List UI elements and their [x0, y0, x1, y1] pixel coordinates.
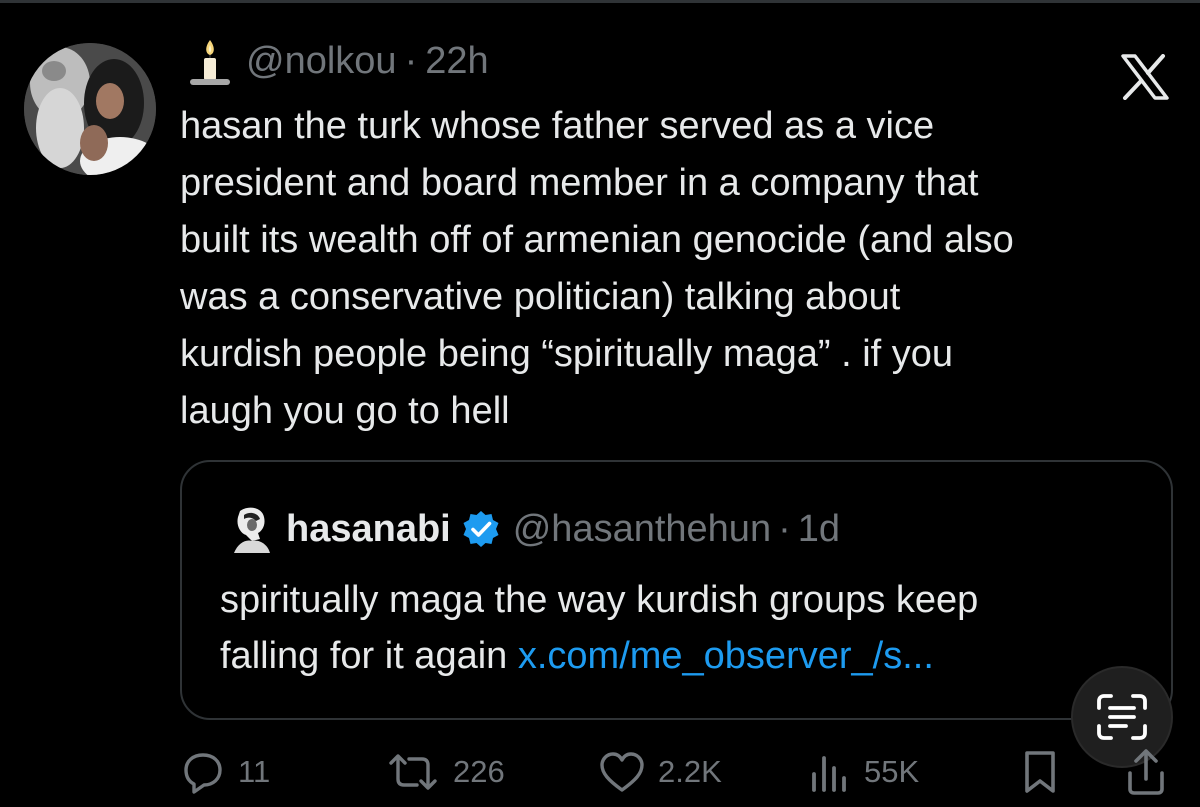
reply-count: 11 — [238, 754, 271, 789]
author-handle[interactable]: @nolkou — [246, 40, 397, 83]
verified-badge-icon — [463, 511, 499, 547]
quoted-tweet-header: hasanabi @hasanthehun · 1d — [230, 502, 840, 556]
reply-button[interactable]: 11 — [180, 745, 270, 799]
share-button[interactable] — [1124, 745, 1180, 799]
quoted-author-avatar[interactable] — [230, 505, 272, 553]
tweet-line: laugh you go to hell — [180, 390, 510, 432]
views-count: 55K — [864, 754, 920, 789]
quoted-tweet-card[interactable]: hasanabi @hasanthehun · 1d spiritually m… — [180, 460, 1173, 720]
repost-button[interactable]: 226 — [385, 745, 505, 799]
like-button[interactable]: 2.2K — [598, 745, 722, 799]
separator-dot: · — [778, 507, 791, 550]
repost-count: 226 — [453, 754, 505, 789]
tweet-line: built its wealth off of armenian genocid… — [180, 219, 1014, 261]
x-logo-icon[interactable] — [1120, 54, 1170, 100]
quoted-tweet-text: spiritually maga the way kurdish groups … — [220, 572, 1150, 684]
tweet-line: was a conservative politician) talking a… — [180, 276, 901, 318]
tweet-line: president and board member in a company … — [180, 162, 979, 204]
quoted-line: spiritually maga the way kurdish groups … — [220, 579, 979, 621]
views-icon — [812, 756, 846, 792]
quoted-handle[interactable]: @hasanthehun — [513, 508, 771, 551]
top-divider — [0, 0, 1200, 3]
tweet-text: hasan the turk whose father served as a … — [180, 98, 1180, 440]
candle-icon — [190, 40, 230, 85]
author-avatar[interactable] — [24, 43, 156, 175]
share-icon — [1128, 749, 1164, 795]
tweet-line: kurdish people being “spiritually maga” … — [180, 333, 954, 375]
quoted-line: falling for it again x.com/me_observer_/… — [220, 628, 1150, 684]
like-count: 2.2K — [658, 754, 722, 789]
tweet-header: @nolkou · 22h — [180, 36, 489, 86]
separator-dot: · — [404, 39, 418, 82]
bookmark-icon — [1025, 751, 1055, 793]
views-button[interactable]: 55K — [808, 745, 919, 799]
bookmark-button[interactable] — [1020, 745, 1072, 799]
tweet-timestamp[interactable]: 22h — [425, 40, 488, 83]
tweet-line: hasan the turk whose father served as a … — [180, 105, 935, 147]
quoted-display-name[interactable]: hasanabi — [286, 508, 451, 551]
text-scan-icon — [1097, 694, 1147, 740]
quoted-link[interactable]: x.com/me_observer_/s... — [518, 635, 934, 677]
quoted-timestamp[interactable]: 1d — [798, 508, 840, 551]
repost-icon — [389, 754, 437, 790]
quoted-line-text: falling for it again — [220, 635, 518, 677]
reply-icon — [184, 753, 222, 794]
tweet-action-bar: 11 226 2.2K 55K — [0, 745, 1200, 805]
heart-icon — [600, 752, 644, 792]
